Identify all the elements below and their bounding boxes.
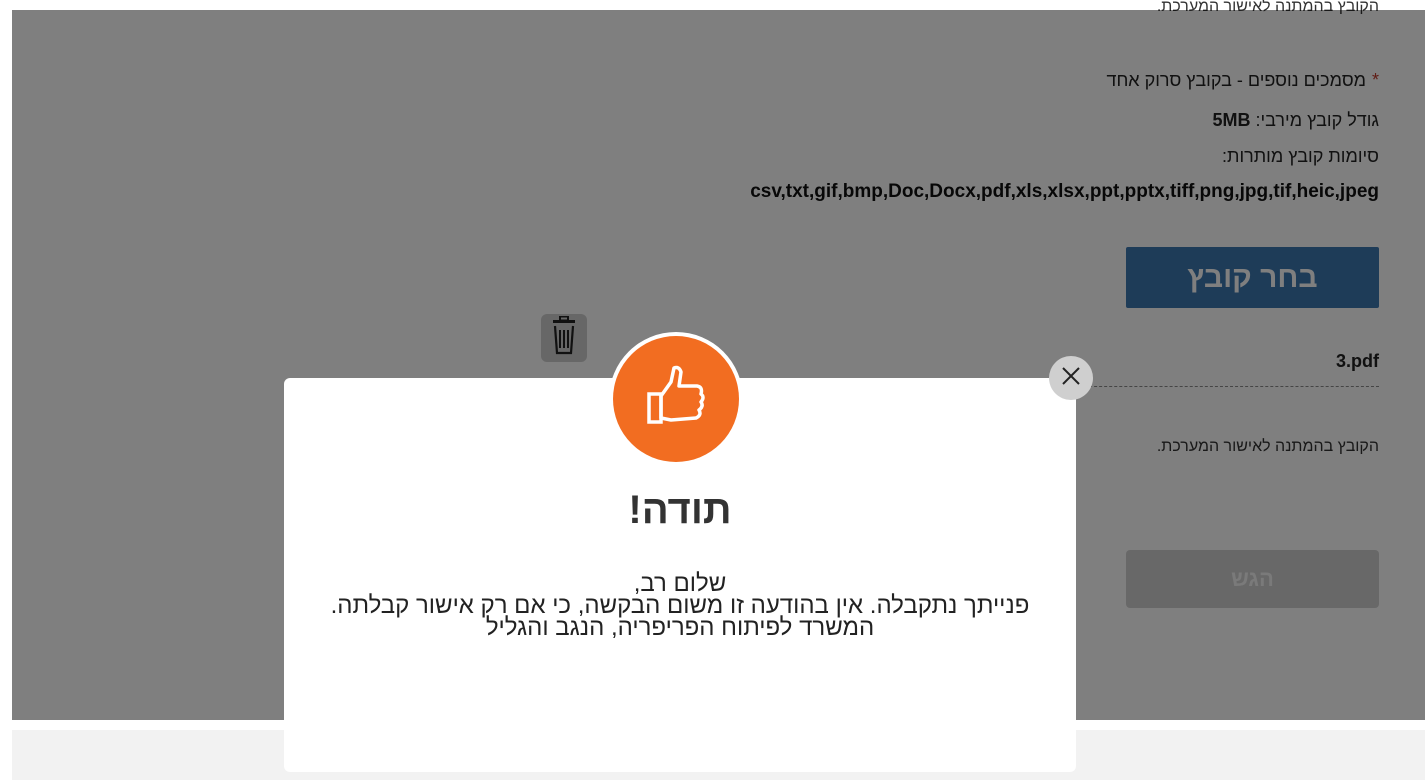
modal-message: שלום רב, פנייתך נתקבלה. אין בהודעה זו מש… [324, 572, 1036, 641]
success-badge [613, 336, 739, 462]
close-modal-button[interactable] [1049, 356, 1093, 400]
close-icon [1060, 365, 1082, 392]
modal-line-2: המשרד לפיתוח הפריפריה, הנגב והגליל [485, 614, 875, 641]
modal-title: תודה! [628, 488, 732, 532]
thumbs-up-icon [641, 362, 711, 437]
